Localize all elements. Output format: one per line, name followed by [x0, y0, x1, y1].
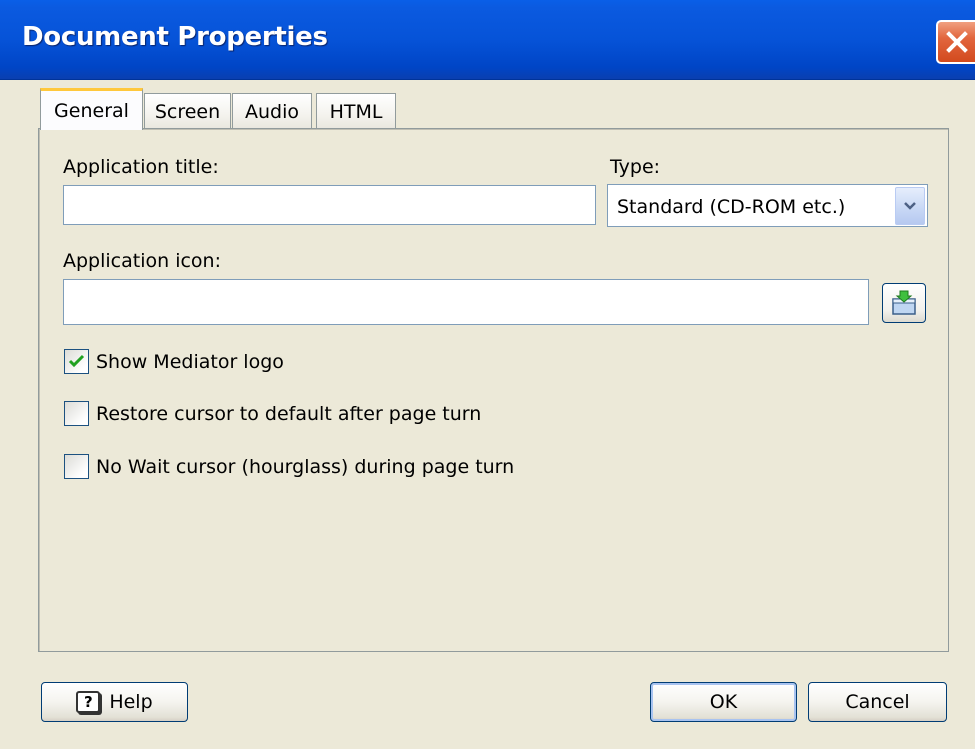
show-mediator-logo-checkbox[interactable]: [64, 349, 89, 374]
tab-html[interactable]: HTML: [316, 93, 396, 129]
no-wait-cursor-checkbox-row[interactable]: No Wait cursor (hourglass) during page t…: [64, 454, 514, 479]
checkbox-label: Restore cursor to default after page tur…: [96, 402, 482, 425]
show-mediator-logo-checkbox-row[interactable]: Show Mediator logo: [64, 349, 284, 374]
close-icon: [946, 31, 968, 53]
window-title: Document Properties: [22, 22, 328, 52]
cancel-button-label: Cancel: [845, 691, 910, 713]
tab-label: Audio: [244, 100, 299, 123]
help-button[interactable]: ? Help: [41, 682, 188, 722]
tab-label: Screen: [154, 100, 221, 123]
tab-audio[interactable]: Audio: [232, 93, 312, 129]
ok-button-label: OK: [709, 691, 738, 713]
type-select[interactable]: Standard (CD-ROM etc.): [607, 184, 928, 227]
application-icon-label: Application icon:: [63, 250, 221, 272]
tab-screen[interactable]: Screen: [144, 93, 231, 129]
help-button-label: Help: [109, 691, 153, 713]
checkmark-icon: [68, 354, 85, 368]
application-title-label: Application title:: [63, 156, 219, 178]
restore-cursor-checkbox[interactable]: [64, 401, 89, 426]
checkbox-label: Show Mediator logo: [96, 350, 284, 373]
type-label: Type:: [610, 156, 661, 178]
type-selected-value: Standard (CD-ROM etc.): [617, 196, 846, 218]
application-title-input[interactable]: [63, 185, 596, 225]
no-wait-cursor-checkbox[interactable]: [64, 454, 89, 479]
chevron-down-icon: [904, 202, 916, 210]
cancel-button[interactable]: Cancel: [808, 682, 947, 722]
tab-general[interactable]: General: [40, 88, 143, 130]
ok-button[interactable]: OK: [650, 682, 797, 722]
browse-file-icon: [892, 290, 916, 315]
title-bar[interactable]: Document Properties: [0, 0, 975, 80]
tab-label: HTML: [329, 100, 383, 123]
tab-label: General: [54, 99, 129, 122]
checkbox-label: No Wait cursor (hourglass) during page t…: [96, 455, 515, 478]
restore-cursor-checkbox-row[interactable]: Restore cursor to default after page tur…: [64, 401, 481, 426]
application-icon-input[interactable]: [63, 279, 869, 325]
dropdown-button[interactable]: [895, 187, 925, 225]
close-button[interactable]: [936, 20, 975, 64]
browse-icon-button[interactable]: [882, 283, 926, 323]
help-icon: ?: [76, 691, 101, 713]
